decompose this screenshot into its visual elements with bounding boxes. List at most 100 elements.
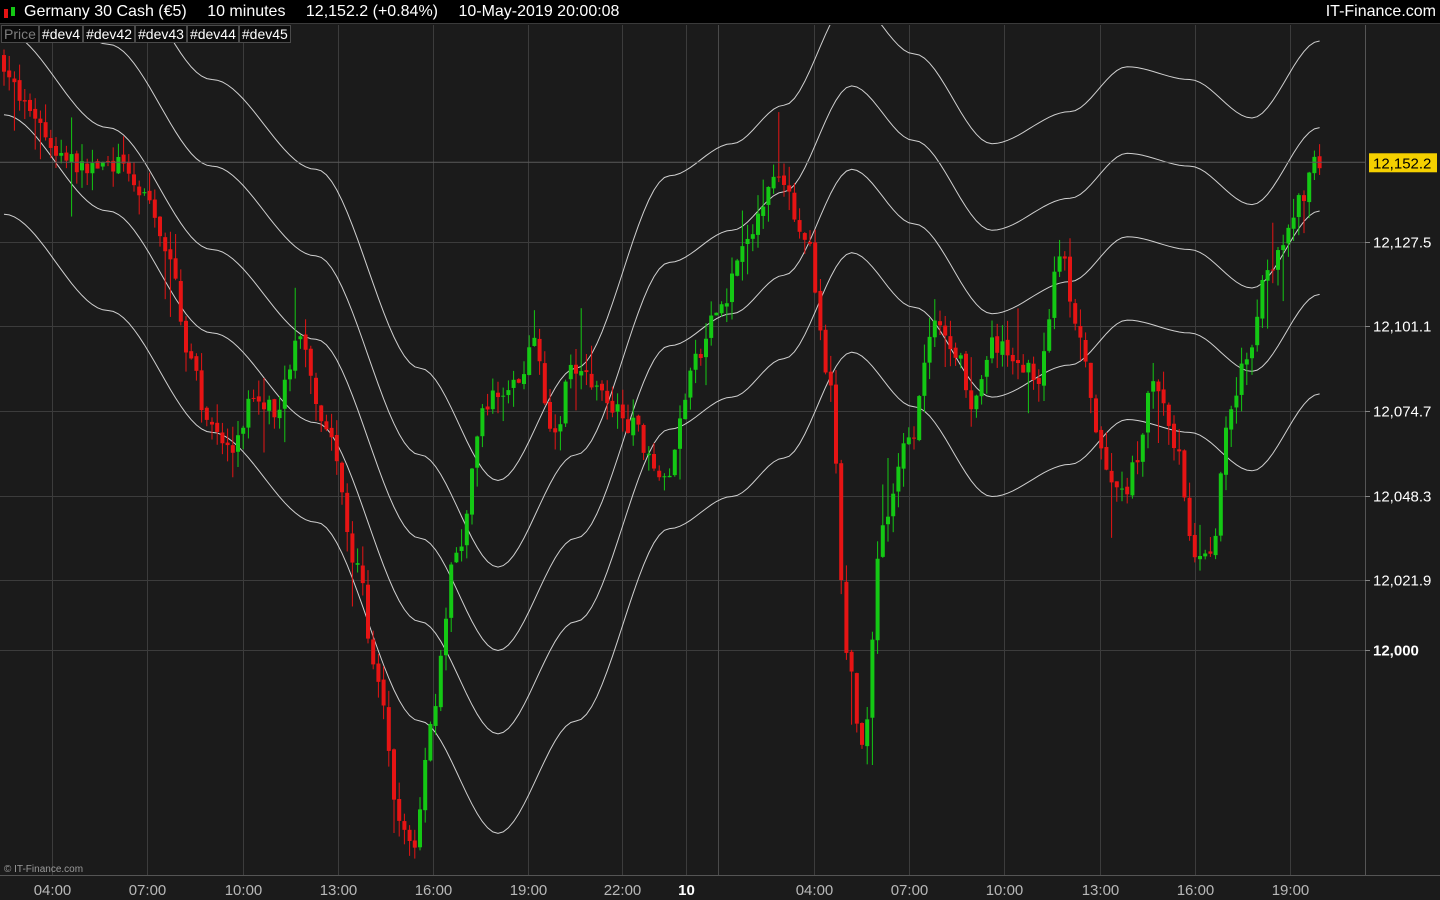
candle-body <box>345 492 350 532</box>
candle[interactable] <box>563 379 568 427</box>
candle-body <box>298 336 303 340</box>
candle-body <box>366 584 370 639</box>
candle-body <box>678 418 682 449</box>
candle-body <box>579 371 584 376</box>
candle[interactable] <box>823 324 828 375</box>
candle[interactable] <box>428 721 433 762</box>
candle-body <box>1109 470 1114 483</box>
plot-area[interactable] <box>0 25 1365 875</box>
candle[interactable] <box>854 672 859 733</box>
candle-body <box>1057 256 1062 272</box>
candle[interactable] <box>834 370 838 474</box>
candle-body <box>314 377 318 404</box>
candle-body <box>1042 351 1046 386</box>
candle-body <box>802 233 807 240</box>
candle-body <box>38 118 43 123</box>
candle-body <box>641 425 646 453</box>
candle-body <box>860 723 864 745</box>
candle-body <box>771 176 776 189</box>
candle[interactable] <box>714 312 719 316</box>
candle[interactable] <box>735 258 740 277</box>
candle[interactable] <box>1218 471 1223 542</box>
candle-body <box>558 424 563 432</box>
candle-body <box>1213 535 1218 556</box>
candle-body <box>948 336 953 350</box>
candle-body <box>797 220 802 232</box>
candle-body <box>532 337 537 346</box>
watermark: © IT-Finance.com <box>4 864 83 875</box>
price-chart[interactable]: 12,000 12,021.9 12,048.3 12,074.7 12,101.1 12… <box>0 25 1440 900</box>
candle-body <box>792 192 797 220</box>
candle-body <box>1052 271 1057 318</box>
candle-body <box>912 437 916 439</box>
candle-body <box>828 371 833 386</box>
candle-body <box>1146 392 1150 433</box>
title-bar: Germany 30 Cash (€5) 10 minutes 12,152.2… <box>0 0 1440 24</box>
candle-body <box>1203 553 1208 557</box>
candle-body <box>236 435 240 452</box>
candle[interactable] <box>672 449 677 477</box>
candle[interactable] <box>839 459 844 595</box>
candle[interactable] <box>917 394 922 442</box>
legend-item-dev44[interactable]: #dev44 <box>186 25 239 43</box>
candle-body <box>1088 362 1093 398</box>
candle-body <box>90 163 95 174</box>
candle-body <box>1182 450 1187 498</box>
candle-body <box>1172 423 1176 449</box>
candle-body <box>2 55 6 72</box>
candle-body <box>750 234 755 239</box>
candle-body <box>688 370 693 398</box>
indicator-legend: Price #dev4 #dev42 #dev43 #dev44 #dev45 <box>1 25 291 43</box>
candle-body <box>241 427 246 434</box>
candle-body <box>204 407 209 420</box>
candle-body <box>745 238 750 244</box>
candle-body <box>813 242 818 293</box>
candle[interactable] <box>438 649 443 712</box>
candle-body <box>922 362 927 396</box>
candle[interactable] <box>1094 394 1098 434</box>
legend-item-dev4[interactable]: #dev4 <box>38 25 84 43</box>
candle-body <box>1010 354 1015 362</box>
candle-body <box>1250 347 1254 359</box>
candle-body <box>1021 364 1026 373</box>
candle-body <box>672 449 677 476</box>
candle-body <box>995 336 1000 353</box>
candle-body <box>979 379 984 397</box>
timeframe-label[interactable]: 10 minutes <box>207 3 285 20</box>
chart-title: Germany 30 Cash (€5) 10 minutes 12,152.2… <box>24 3 635 21</box>
time-tick-label: 19:00 <box>1272 882 1310 899</box>
candle-body <box>199 370 204 411</box>
time-tick-label: 04:00 <box>796 882 834 899</box>
candle-body <box>277 409 282 419</box>
candle-body <box>818 290 823 331</box>
legend-item-price[interactable]: Price <box>1 25 39 43</box>
candle-body <box>1276 250 1280 270</box>
price-axis[interactable] <box>1365 25 1440 875</box>
candle-body <box>340 462 344 493</box>
candle-body <box>329 427 334 438</box>
legend-item-dev45[interactable]: #dev45 <box>238 25 291 43</box>
candle-body <box>496 392 500 398</box>
time-axis[interactable] <box>0 875 1440 900</box>
price-tick-label: 12,127.5 <box>1373 235 1431 252</box>
legend-item-dev42[interactable]: #dev42 <box>83 25 135 43</box>
candle-body <box>880 525 885 557</box>
candle[interactable] <box>1182 449 1187 502</box>
candle-body <box>662 476 667 478</box>
candle-body <box>1140 434 1145 462</box>
candle-body <box>1265 270 1270 281</box>
candle-body <box>288 369 292 380</box>
candle-body <box>184 320 188 353</box>
price-tick-label: 12,048.3 <box>1373 489 1431 506</box>
price-change: 12,152.2 (+0.84%) <box>305 3 438 20</box>
candle-body <box>958 355 963 359</box>
legend-item-dev43[interactable]: #dev43 <box>135 25 187 43</box>
candle-body <box>85 163 90 174</box>
candle-body <box>1239 363 1244 395</box>
candle-body <box>324 421 329 430</box>
candle-body <box>891 493 896 517</box>
candle-body <box>33 108 38 119</box>
candle-body <box>1218 473 1223 536</box>
candle-body <box>1094 398 1098 433</box>
candle-body <box>142 192 147 194</box>
